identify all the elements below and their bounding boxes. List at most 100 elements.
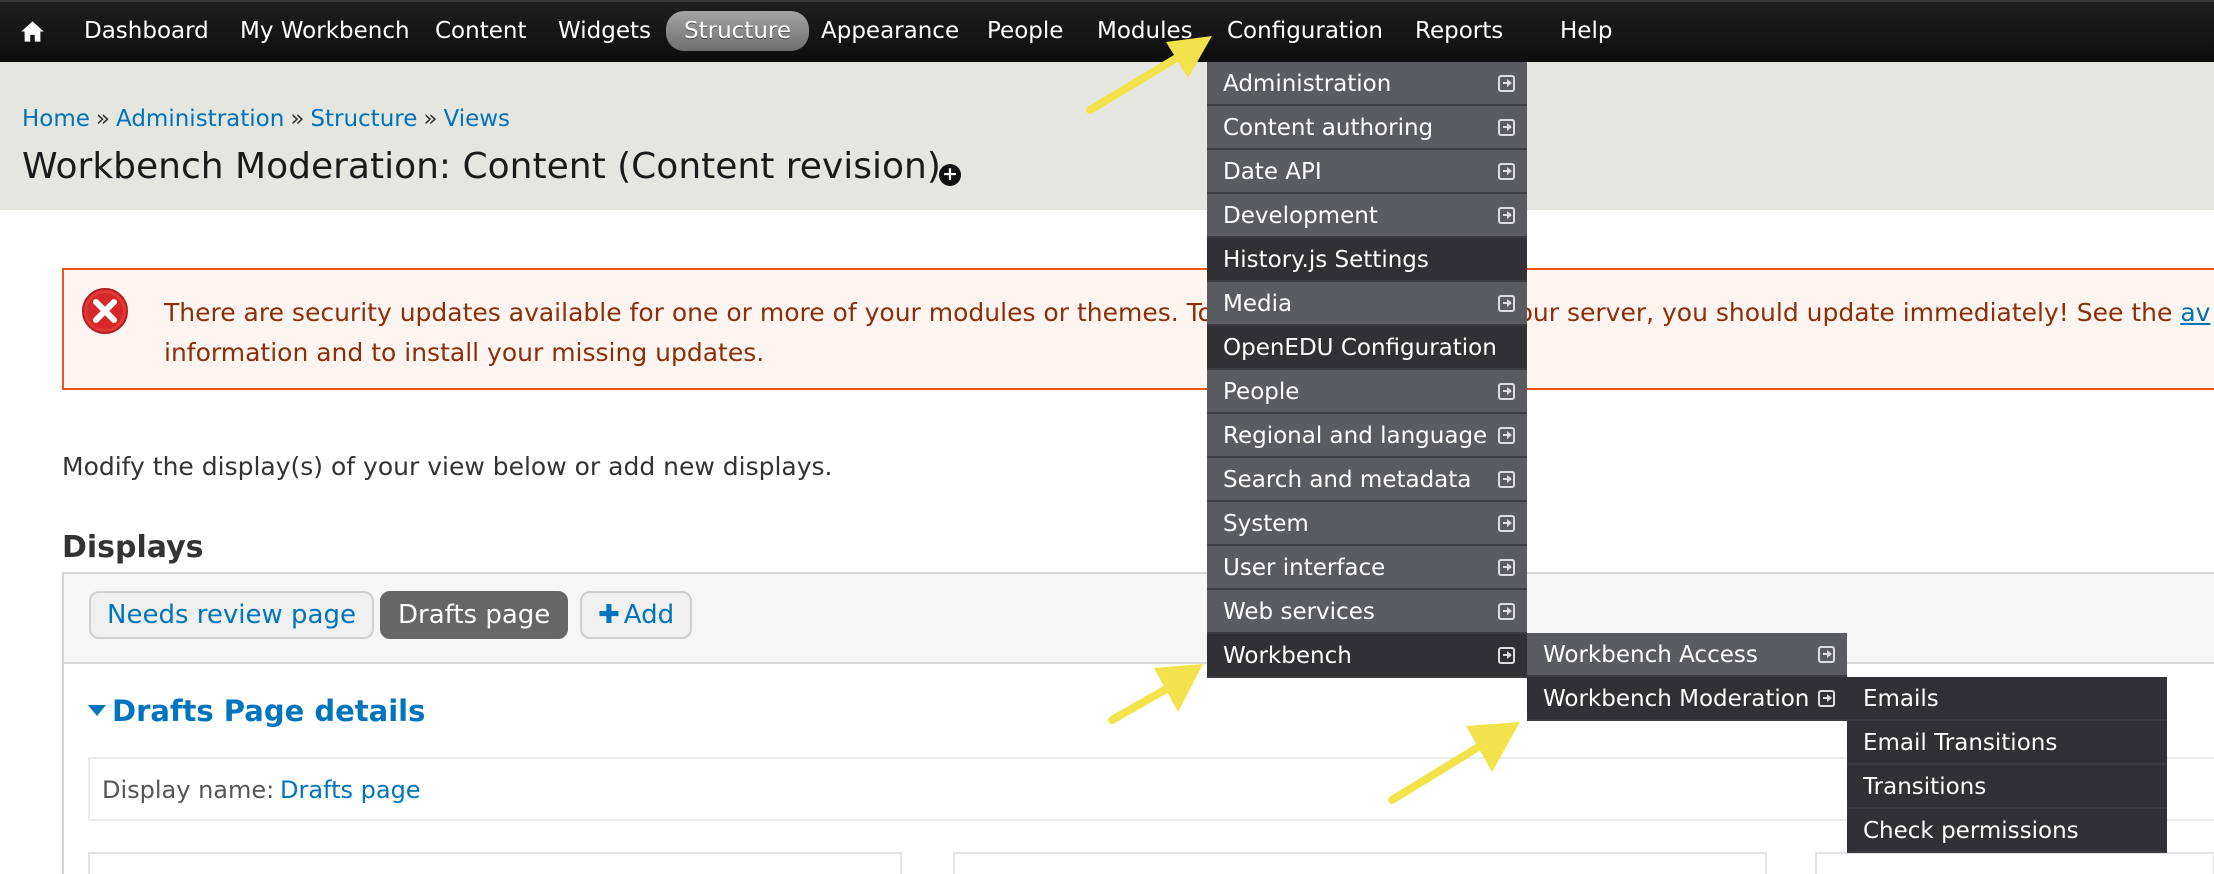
toolbar-item-structure[interactable]: Structure: [666, 11, 809, 51]
menu-item-administration[interactable]: Administration: [1207, 62, 1527, 106]
display-column-1: [88, 852, 902, 874]
menu-item-check-permissions[interactable]: Check permissions: [1847, 809, 2167, 853]
toolbar-item-dashboard[interactable]: Dashboard: [84, 11, 209, 51]
toolbar-item-my-workbench[interactable]: My Workbench: [240, 11, 410, 51]
configuration-dropdown-menu: Administration Content authoring Date API D…: [1207, 62, 1527, 678]
toolbar-item-widgets[interactable]: Widgets: [558, 11, 651, 51]
caret-down-icon: [88, 704, 106, 716]
tab-needs-review-page[interactable]: Needs review page: [89, 591, 374, 639]
details-heading-label: Drafts Page details: [112, 694, 426, 728]
admin-toolbar: Dashboard My Workbench Content Widgets S…: [0, 0, 2214, 62]
menu-item-label: Development: [1223, 203, 1378, 229]
submenu-arrow-icon: [1818, 690, 1835, 707]
submenu-arrow-icon: [1498, 603, 1515, 620]
submenu-arrow-icon: [1498, 647, 1515, 664]
page-header: [0, 62, 2214, 210]
home-icon[interactable]: [19, 18, 46, 45]
menu-item-label: Emails: [1863, 686, 1939, 712]
menu-item-openedu-configuration[interactable]: OpenEDU Configuration: [1207, 326, 1527, 370]
breadcrumb-administration[interactable]: Administration: [116, 106, 284, 132]
error-line-1: There are security updates available for…: [164, 298, 2181, 327]
submenu-arrow-icon: [1818, 646, 1835, 663]
toolbar-item-configuration[interactable]: Configuration: [1227, 11, 1383, 51]
menu-item-label: Administration: [1223, 71, 1392, 97]
breadcrumb-separator: »: [423, 106, 438, 132]
menu-item-development[interactable]: Development: [1207, 194, 1527, 238]
workbench-submenu: Workbench Access Workbench Moderation: [1527, 633, 1847, 721]
menu-item-label: Check permissions: [1863, 818, 2079, 844]
menu-item-label: System: [1223, 511, 1309, 537]
toolbar-item-people[interactable]: People: [987, 11, 1063, 51]
breadcrumb-home[interactable]: Home: [22, 106, 90, 132]
menu-item-label: People: [1223, 379, 1300, 405]
menu-item-workbench-access[interactable]: Workbench Access: [1527, 633, 1847, 677]
toolbar-item-reports[interactable]: Reports: [1415, 11, 1503, 51]
submenu-arrow-icon: [1498, 295, 1515, 312]
menu-item-system[interactable]: System: [1207, 502, 1527, 546]
menu-item-content-authoring[interactable]: Content authoring: [1207, 106, 1527, 150]
menu-item-regional-and-language[interactable]: Regional and language: [1207, 414, 1527, 458]
submenu-arrow-icon: [1498, 515, 1515, 532]
display-name-label: Display name:: [102, 776, 275, 804]
add-display-label: Add: [623, 600, 675, 630]
menu-item-date-api[interactable]: Date API: [1207, 150, 1527, 194]
breadcrumb-separator: »: [290, 106, 305, 132]
menu-item-label: User interface: [1223, 555, 1386, 581]
menu-item-label: History.js Settings: [1223, 247, 1429, 273]
menu-item-people[interactable]: People: [1207, 370, 1527, 414]
toolbar-item-modules[interactable]: Modules: [1097, 11, 1193, 51]
toolbar-item-help[interactable]: Help: [1560, 11, 1612, 51]
menu-item-emails[interactable]: Emails: [1847, 677, 2167, 721]
drafts-page-details-toggle[interactable]: Drafts Page details: [88, 694, 425, 728]
breadcrumb-views[interactable]: Views: [443, 106, 510, 132]
submenu-arrow-icon: [1498, 471, 1515, 488]
menu-item-user-interface[interactable]: User interface: [1207, 546, 1527, 590]
available-updates-link[interactable]: av: [2180, 298, 2210, 327]
display-column-3: [1815, 852, 2214, 874]
menu-item-history-js-settings[interactable]: History.js Settings: [1207, 238, 1527, 282]
submenu-arrow-icon: [1498, 207, 1515, 224]
add-shortcut-icon[interactable]: +: [939, 164, 961, 186]
plus-icon: ✚: [598, 600, 620, 630]
menu-item-media[interactable]: Media: [1207, 282, 1527, 326]
displays-heading: Displays: [62, 530, 204, 565]
menu-item-workbench[interactable]: Workbench: [1207, 634, 1527, 678]
menu-item-label: Date API: [1223, 159, 1322, 185]
menu-item-workbench-moderation[interactable]: Workbench Moderation: [1527, 677, 1847, 721]
menu-item-label: Email Transitions: [1863, 730, 2058, 756]
toolbar-item-content[interactable]: Content: [435, 11, 526, 51]
submenu-arrow-icon: [1498, 163, 1515, 180]
error-message-text: There are security updates available for…: [164, 293, 2214, 373]
breadcrumb-separator: »: [95, 106, 110, 132]
menu-item-label: Workbench Access: [1543, 642, 1758, 668]
menu-item-label: Regional and language: [1223, 423, 1488, 449]
menu-item-label: Media: [1223, 291, 1293, 317]
toolbar-item-appearance[interactable]: Appearance: [821, 11, 959, 51]
intro-text: Modify the display(s) of your view below…: [62, 452, 833, 481]
menu-item-label: Workbench: [1223, 643, 1352, 669]
menu-item-label: Content authoring: [1223, 115, 1434, 141]
error-line-2: information and to install your missing …: [164, 338, 765, 367]
workbench-moderation-submenu: Emails Email Transitions Transitions Check …: [1847, 677, 2167, 853]
submenu-arrow-icon: [1498, 119, 1515, 136]
display-column-2: [953, 852, 1767, 874]
error-x-icon: [82, 288, 128, 334]
submenu-arrow-icon: [1498, 427, 1515, 444]
menu-item-search-and-metadata[interactable]: Search and metadata: [1207, 458, 1527, 502]
tab-drafts-page[interactable]: Drafts page: [380, 591, 569, 639]
menu-item-label: OpenEDU Configuration: [1223, 335, 1497, 361]
display-name-link[interactable]: Drafts page: [280, 776, 421, 804]
page-title: Workbench Moderation: Content (Content r…: [22, 146, 941, 187]
menu-item-label: Workbench Moderation: [1543, 686, 1810, 712]
menu-item-label: Search and metadata: [1223, 467, 1472, 493]
submenu-arrow-icon: [1498, 75, 1515, 92]
menu-item-email-transitions[interactable]: Email Transitions: [1847, 721, 2167, 765]
menu-item-web-services[interactable]: Web services: [1207, 590, 1527, 634]
submenu-arrow-icon: [1498, 383, 1515, 400]
menu-item-label: Transitions: [1863, 774, 1987, 800]
menu-item-label: Web services: [1223, 599, 1375, 625]
submenu-arrow-icon: [1498, 559, 1515, 576]
menu-item-transitions[interactable]: Transitions: [1847, 765, 2167, 809]
breadcrumb-structure[interactable]: Structure: [310, 106, 417, 132]
add-display-button[interactable]: ✚ Add: [580, 591, 693, 639]
